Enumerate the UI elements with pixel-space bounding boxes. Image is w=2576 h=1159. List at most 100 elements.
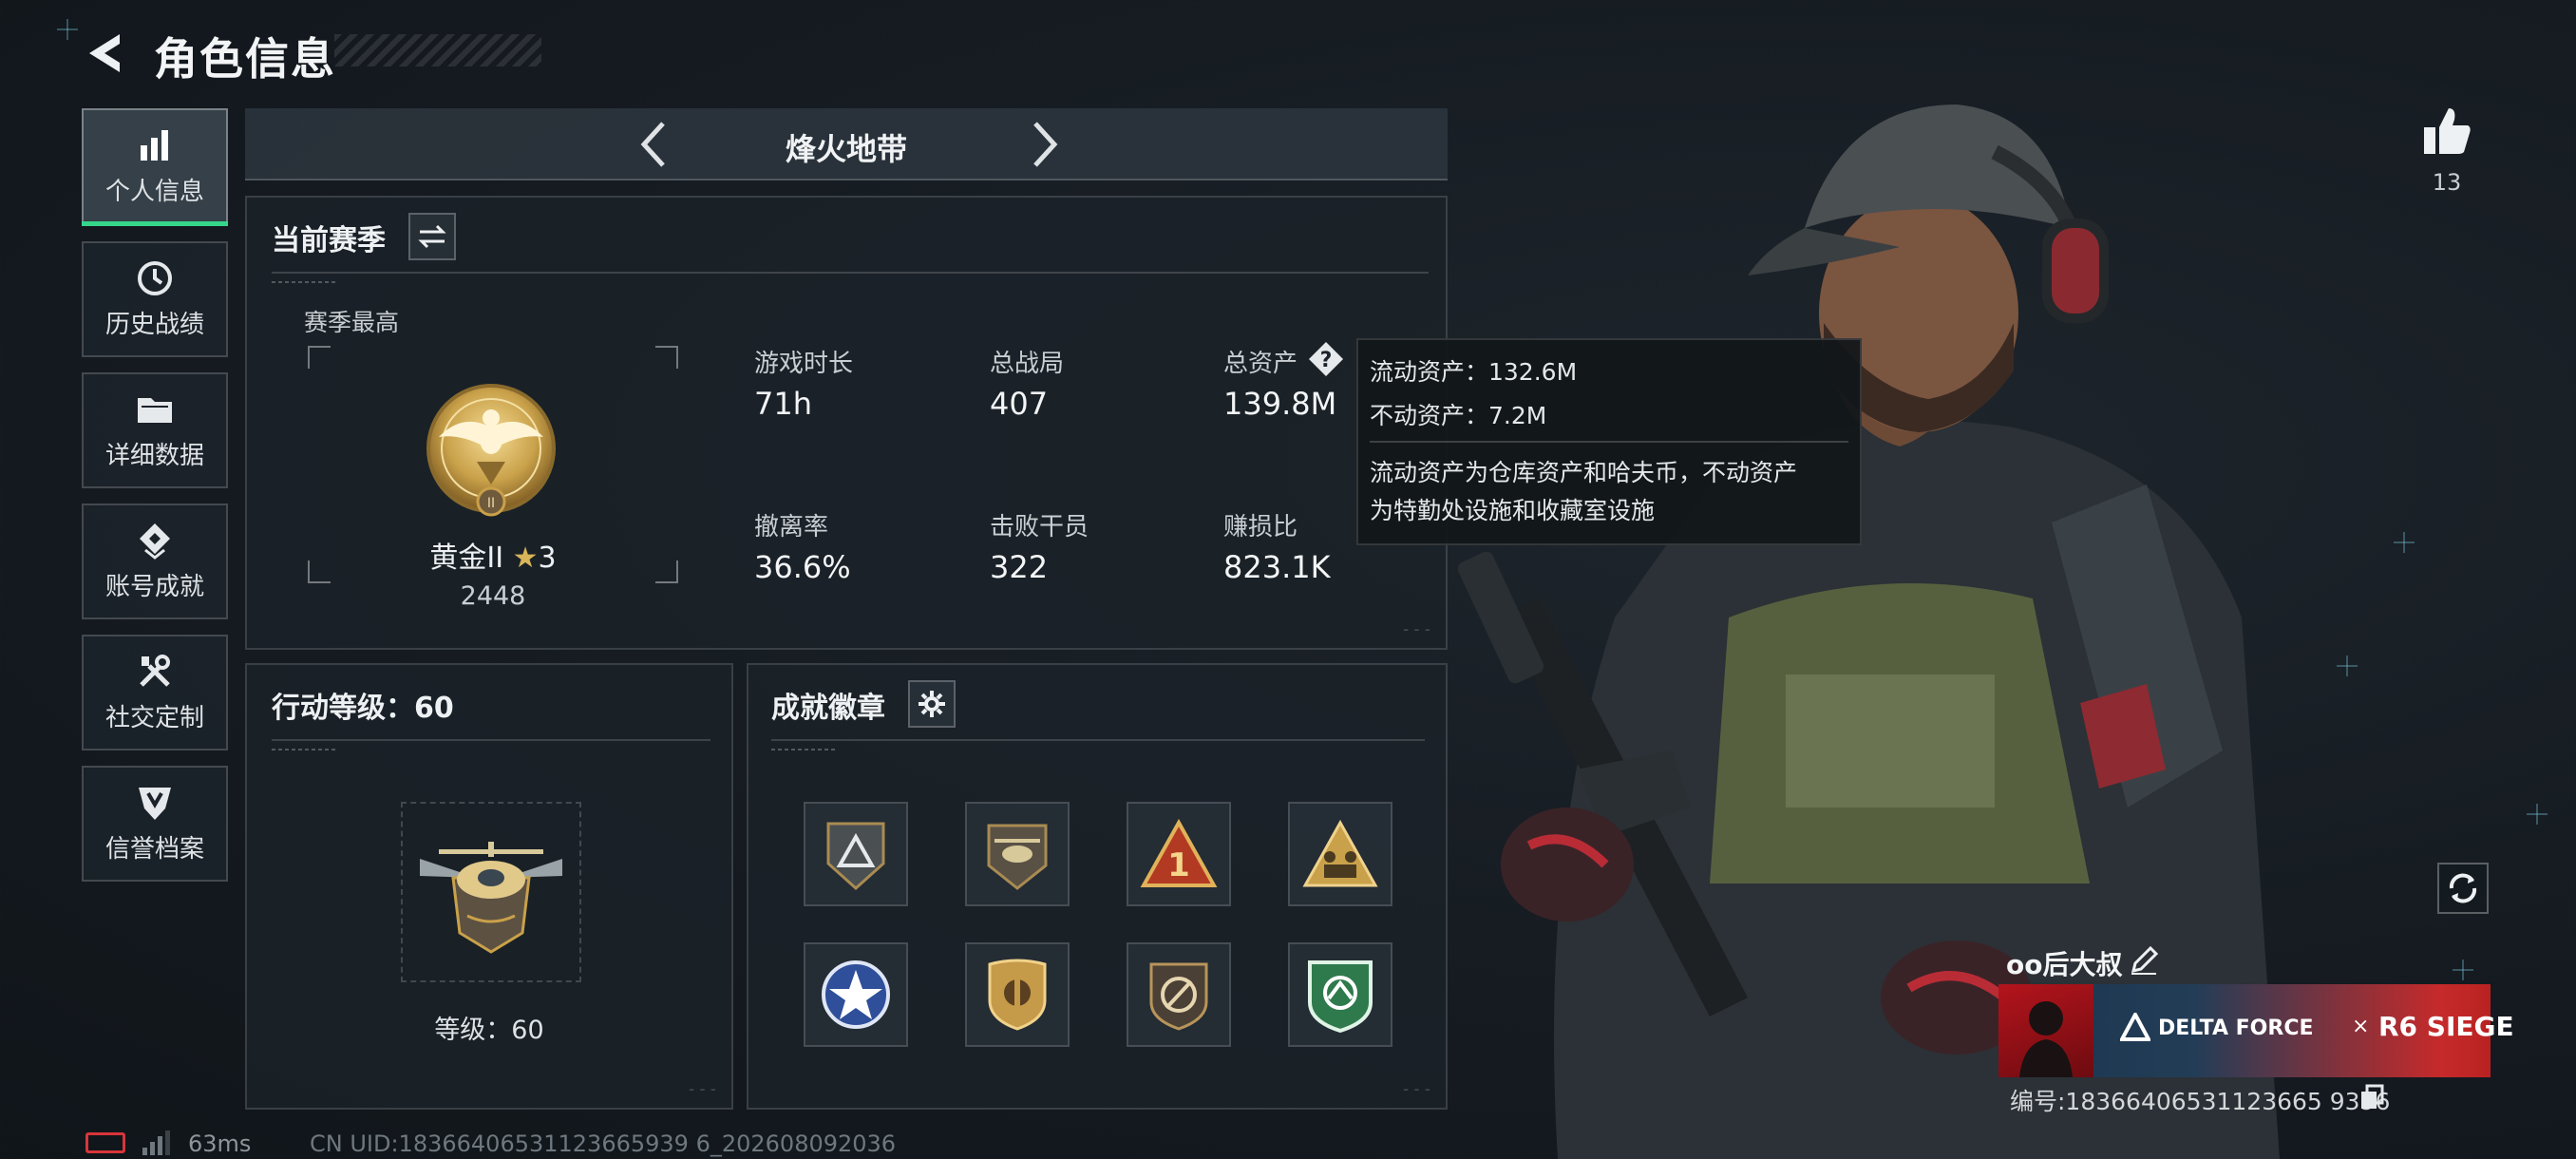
badge-2[interactable] [965,802,1070,906]
badge-8[interactable] [1288,942,1392,1047]
divider-decoration [272,749,338,750]
stat-label: 赚损比 [1223,513,1298,542]
clock-icon [136,259,174,297]
avatar[interactable] [1998,984,2093,1077]
stat-value: 36.6% [754,549,851,585]
asset-tooltip: 流动资产：132.6M 不动资产：7.2M 流动资产为仓库资产和哈夫币，不动资产… [1356,338,1862,545]
stat-value: 322 [990,549,1049,585]
badge-7[interactable] [1127,942,1231,1047]
card-brand-label: DELTA FORCE [2158,1016,2314,1040]
refresh-icon [2449,873,2477,903]
squad-triangle-badge-icon [1302,819,1378,887]
tooltip-desc-line2: 为特勤处设施和收藏室设施 [1370,497,1656,524]
season-panel: 当前赛季 赛季最高 II 黄金II ★3 2448 游戏时长 71h 总战局 4… [245,196,1448,650]
sidebar-item-detailed-data[interactable]: 详细数据 [82,372,228,488]
decor-cross [2527,804,2548,825]
svg-text:1: 1 [1167,846,1190,884]
achievement-icon [136,522,174,560]
card-brand2-label: R6 SIEGE [2378,1011,2514,1042]
battery-icon [85,1132,125,1153]
helicopter-emblem-icon [420,842,562,954]
tooltip-liquid-assets: 流动资产：132.6M [1370,358,1578,386]
achievements-panel: 成就徽章 1 ╶╶╶ [747,663,1448,1110]
tools-icon [136,653,174,691]
season-switch-button[interactable] [408,213,456,260]
stat-value: 139.8M [1223,386,1337,422]
stat-label: 总战局 [990,350,1065,378]
pencil-icon [2131,945,2159,975]
sidebar-item-history[interactable]: 历史战绩 [82,241,228,357]
badge-3[interactable]: 1 [1127,802,1231,906]
svg-text:?: ? [1320,349,1333,372]
mode-selector: 烽火地带 [245,108,1448,180]
badge-6[interactable] [965,942,1070,1047]
rank-name: 黄金II [429,542,504,575]
thumbs-up-icon [2424,108,2471,154]
svg-text:II: II [487,496,495,511]
swap-icon [418,224,446,249]
like-button[interactable] [2420,104,2473,158]
divider-decoration [771,749,838,750]
player-name: oo后大叔 [2006,949,2123,980]
action-level-title: 行动等级：60 [272,692,454,725]
signal-icon [142,1130,171,1155]
next-mode-button[interactable] [1016,116,1070,173]
stat-value: 823.1K [1223,549,1331,585]
rank-score: 2448 [460,581,526,611]
sidebar-item-label: 社交定制 [104,703,204,732]
folder-icon [136,390,174,428]
rank-one-badge-icon: 1 [1140,819,1218,887]
tooltip-divider [1370,441,1848,443]
sidebar-item-label: 账号成就 [104,572,204,601]
help-icon[interactable]: ? [1307,340,1345,378]
tooltip-fixed-assets: 不动资产：7.2M [1370,402,1547,429]
divider [771,739,1425,741]
ping-value: 63ms [188,1130,252,1157]
sidebar-item-achievements[interactable]: 账号成就 [82,504,228,619]
back-button[interactable] [82,28,131,78]
badge-4[interactable] [1288,802,1392,906]
sidebar-item-social-custom[interactable]: 社交定制 [82,635,228,750]
sidebar-item-label: 信誉档案 [104,834,204,864]
tooltip-desc-line1: 流动资产为仓库资产和哈夫币，不动资产 [1370,459,1798,486]
copy-id-button[interactable] [2359,1084,2384,1111]
sidebar-item-reputation[interactable]: 信誉档案 [82,766,228,882]
decor-cross [2453,960,2473,980]
gear-icon [919,691,945,717]
stat-value: 71h [754,386,812,422]
gold-shield-badge-icon [988,959,1047,1031]
bar-chart-icon [136,126,174,164]
copy-icon [2361,1084,2384,1109]
edit-name-button[interactable] [2128,944,2160,977]
level-emblem-frame [401,802,581,982]
action-level-panel: 行动等级：60 等级：60 ╶╶╶ [245,663,733,1110]
badge-1[interactable] [804,802,908,906]
rotate-model-button[interactable] [2437,863,2489,914]
title-decoration [334,34,541,66]
sidebar-item-personal-info[interactable]: 个人信息 [82,108,228,226]
decor-cross [2394,532,2415,553]
corner-decoration: ╶╶╶ [685,1083,718,1098]
badge-settings-button[interactable] [908,680,956,728]
divider [272,739,710,741]
no-weapon-badge-icon [1149,962,1208,1031]
stat-label: 总资产 [1223,350,1298,378]
shield-icon [136,784,174,822]
stat-label: 击败干员 [990,513,1089,542]
triangle-shield-badge-icon [826,822,885,891]
page-title: 角色信息 [154,33,336,85]
divider-decoration [272,281,338,283]
helicopter-badge-icon [987,824,1048,890]
sidebar-item-label: 个人信息 [104,177,204,206]
green-shield-badge-icon [1308,960,1373,1034]
stat-label: 游戏时长 [754,350,854,378]
player-id: 编号:18366406531123665 9396 [2010,1088,2391,1115]
season-best-label: 赛季最高 [304,309,400,336]
chevron-right-icon [1033,122,1058,167]
back-arrow-icon [89,34,120,72]
star-icon: ★ [512,542,539,575]
sidebar-item-label: 详细数据 [104,441,204,470]
badge-5[interactable] [804,942,908,1047]
star-badge-icon [822,960,890,1029]
stat-value: 407 [990,386,1049,422]
